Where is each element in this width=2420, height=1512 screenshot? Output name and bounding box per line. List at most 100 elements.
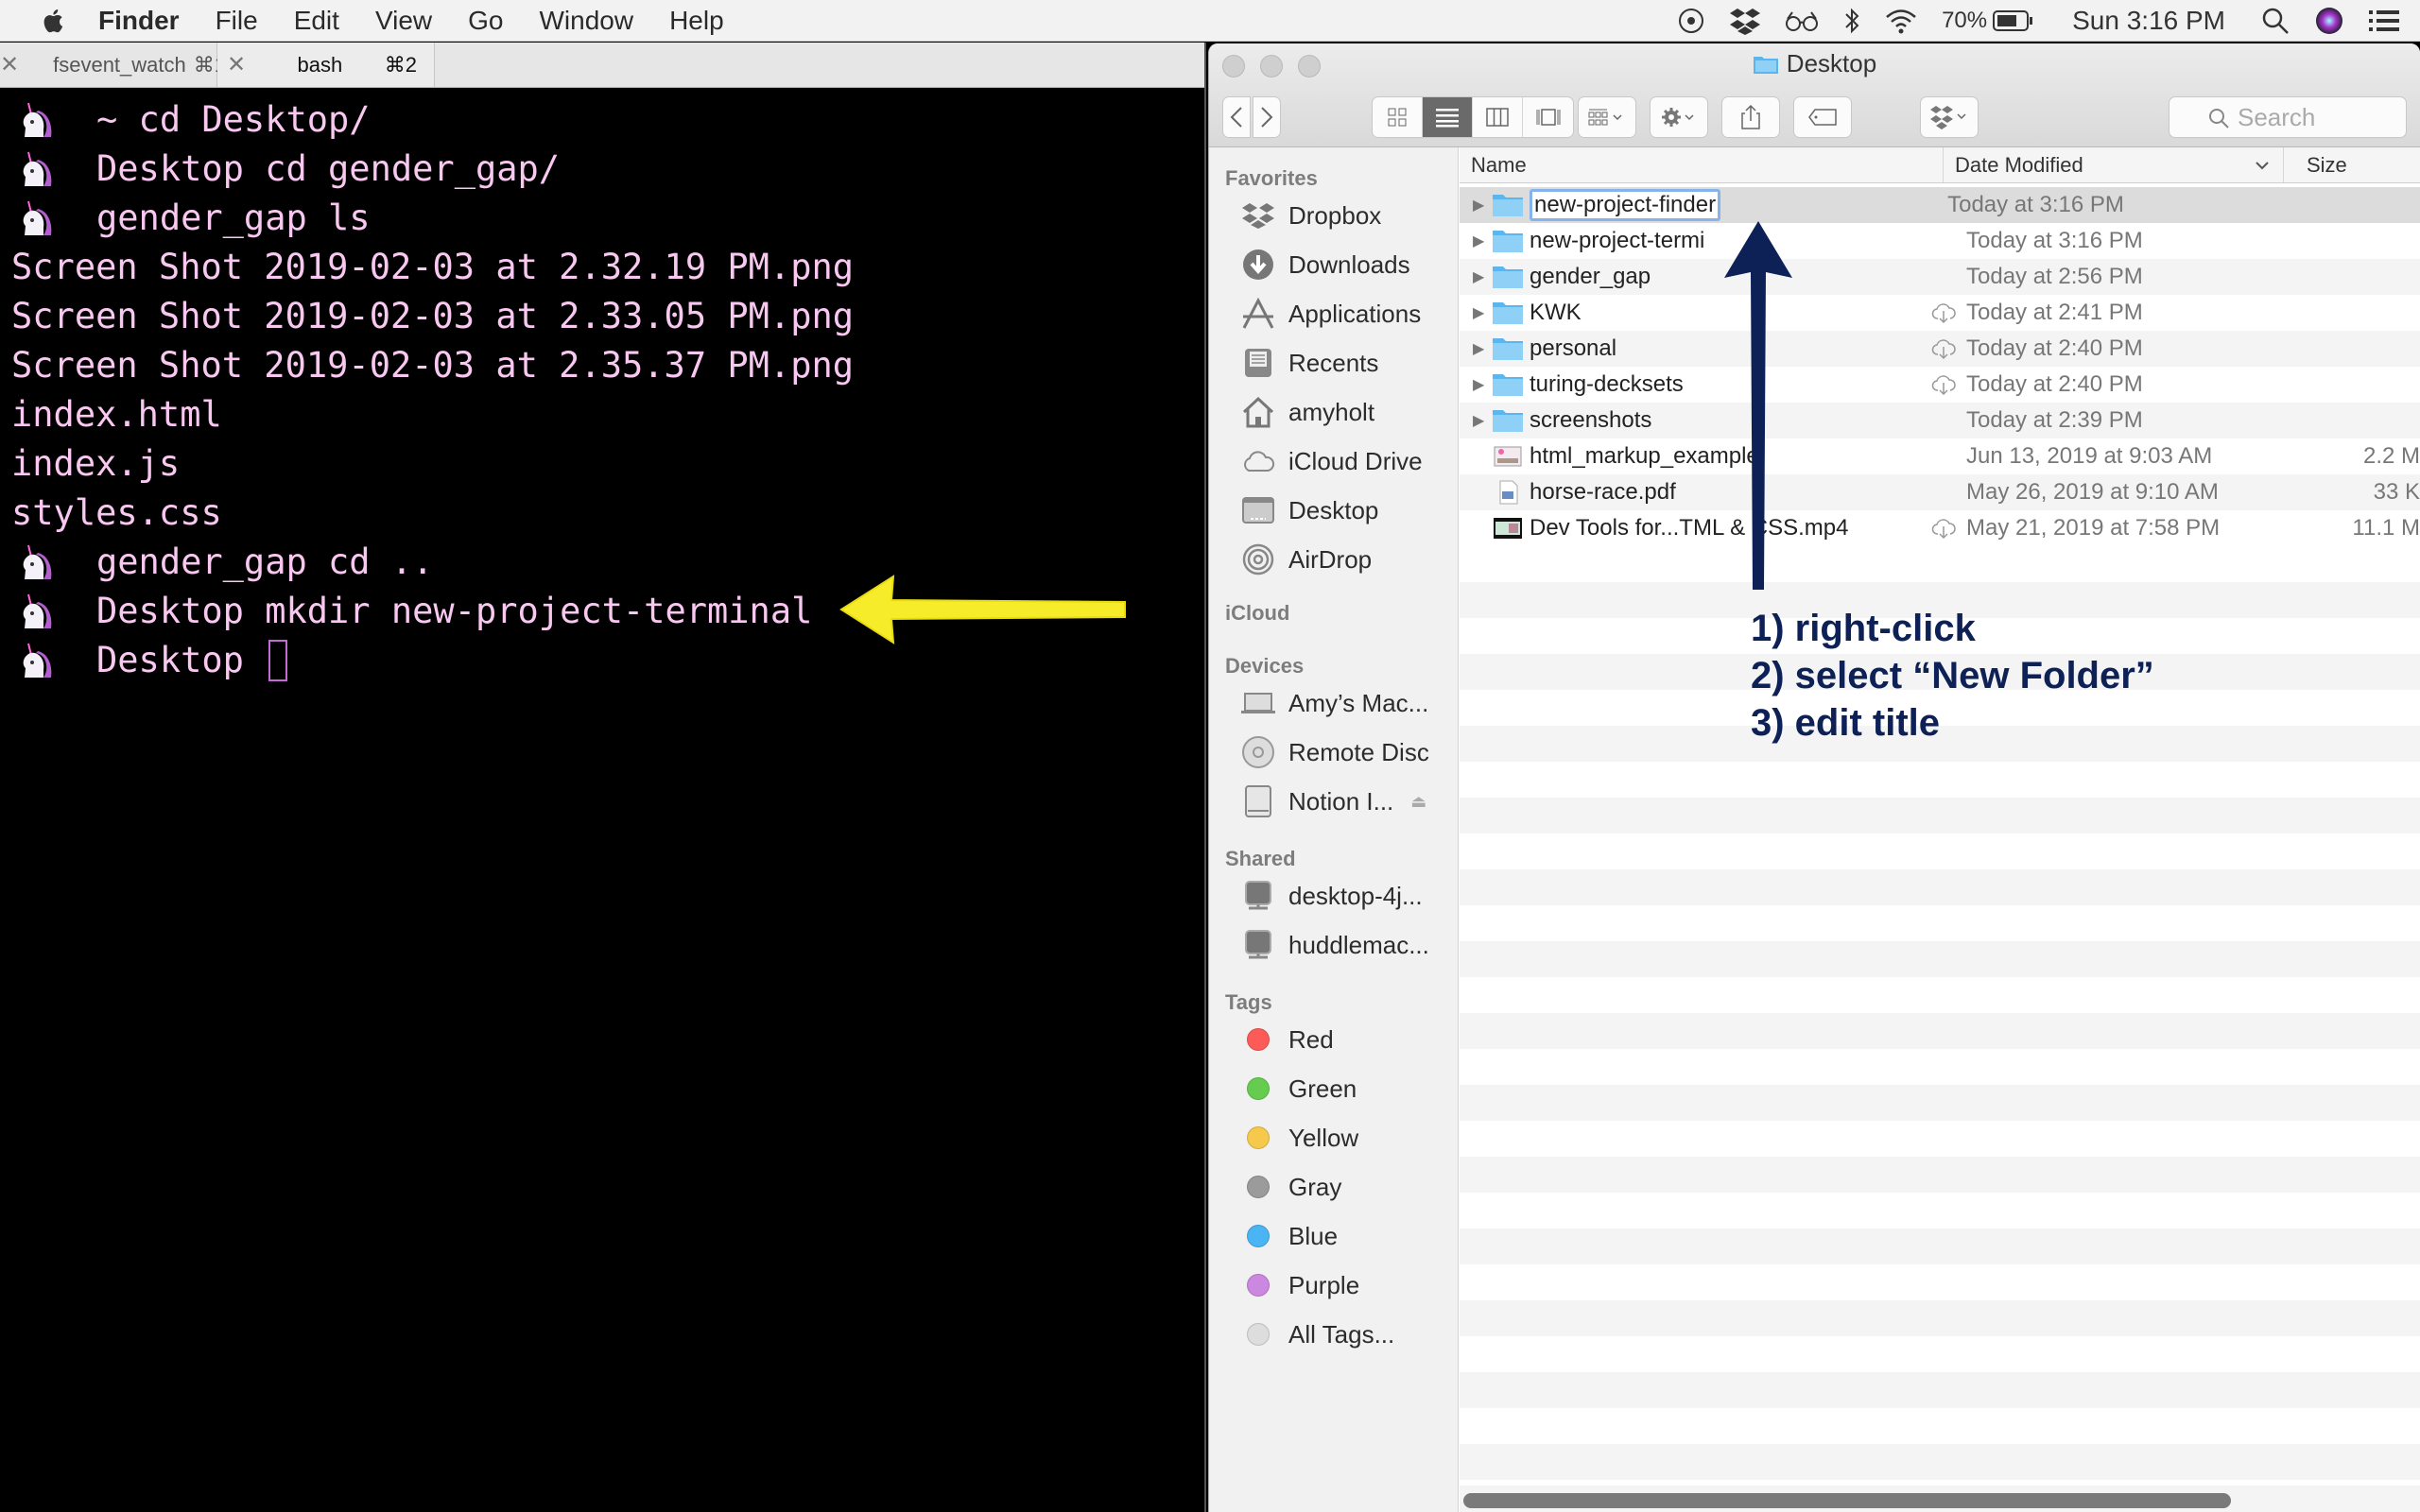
sidebar-item-notion-i[interactable]: Notion I... ⏏	[1209, 777, 1458, 826]
icloud-download-icon[interactable]	[1931, 301, 1956, 325]
column-size[interactable]: Size	[2284, 147, 2420, 182]
record-icon[interactable]	[1677, 7, 1705, 35]
instruction-step-1: 1) right-click	[1751, 608, 1976, 649]
search-input[interactable]: Search	[2169, 96, 2407, 138]
menu-go[interactable]: Go	[468, 6, 503, 36]
spotlight-icon[interactable]	[2261, 7, 2290, 35]
disclosure-triangle-icon[interactable]: ▶	[1460, 196, 1488, 215]
file-date-modified: Today at 2:41 PM	[1966, 300, 2143, 325]
terminal-prompt-line: ~ cd Desktop/	[11, 95, 1204, 145]
menu-file[interactable]: File	[216, 6, 258, 36]
sidebar-section-icloud[interactable]: iCloud	[1209, 593, 1458, 626]
list-view-button[interactable]	[1423, 97, 1473, 137]
sidebar-item-applications[interactable]: Applications	[1209, 289, 1458, 338]
unicorn-prompt-icon	[23, 544, 52, 579]
sidebar-item-desktop-4j[interactable]: desktop-4j...	[1209, 871, 1458, 920]
sidebar-item-remote-disc[interactable]: Remote Disc	[1209, 728, 1458, 777]
eject-icon[interactable]: ⏏	[1410, 792, 1426, 812]
column-name[interactable]: Name	[1460, 147, 1944, 182]
sidebar-tag-red[interactable]: Red	[1209, 1015, 1458, 1064]
icloud-download-icon[interactable]	[1931, 372, 1956, 397]
wifi-icon[interactable]	[1885, 8, 1917, 34]
sidebar-tag-purple[interactable]: Purple	[1209, 1261, 1458, 1310]
apple-menu-icon[interactable]	[38, 5, 66, 37]
file-name-edit-field[interactable]: new-project-finder	[1530, 189, 1721, 221]
close-tab-icon[interactable]: ✕	[217, 51, 255, 78]
dropbox-toolbar-button[interactable]	[1920, 96, 1979, 138]
forward-button[interactable]	[1253, 96, 1281, 138]
menu-view[interactable]: View	[375, 6, 432, 36]
icloud-download-icon[interactable]	[1931, 516, 1956, 541]
disclosure-triangle-icon[interactable]: ▶	[1460, 267, 1488, 286]
file-row[interactable]: ▶ new-project-finder Today at 3:16 PM	[1460, 187, 2420, 223]
tag-button[interactable]	[1793, 96, 1852, 138]
sidebar-item-recents[interactable]: Recents	[1209, 338, 1458, 387]
sidebar-tag-label: Blue	[1288, 1221, 1339, 1250]
clock[interactable]: Sun 3:16 PM	[2072, 6, 2225, 36]
group-by-button[interactable]	[1578, 96, 1636, 138]
terminal-line-text: styles.css	[11, 492, 222, 533]
share-button[interactable]	[1721, 96, 1780, 138]
icon-view-button[interactable]	[1373, 97, 1423, 137]
sidebar-tag-label: Purple	[1288, 1270, 1360, 1299]
sidebar-item-airdrop[interactable]: AirDrop	[1209, 535, 1458, 584]
sidebar-tag-all-tags[interactable]: All Tags...	[1209, 1310, 1458, 1359]
sidebar-tag-yellow[interactable]: Yellow	[1209, 1113, 1458, 1162]
horizontal-scrollbar-thumb[interactable]	[1463, 1493, 2231, 1508]
airdrop-icon	[1241, 542, 1275, 576]
sidebar-tag-gray[interactable]: Gray	[1209, 1162, 1458, 1211]
battery-icon[interactable]	[1993, 9, 2034, 32]
terminal-prompt-line: Desktop cd gender_gap/	[11, 145, 1204, 194]
sidebar-item-icloud-drive[interactable]: iCloud Drive	[1209, 437, 1458, 486]
notification-center-icon[interactable]	[2369, 9, 2399, 33]
sidebar-item-huddlemac[interactable]: huddlemac...	[1209, 920, 1458, 970]
file-row[interactable]: ▶ KWK Today at 2:41 PM	[1460, 295, 2420, 331]
sidebar-item-downloads[interactable]: Downloads	[1209, 240, 1458, 289]
glasses-icon[interactable]	[1785, 9, 1819, 32]
close-tab-icon[interactable]: ✕	[0, 51, 19, 78]
icloud-download-icon[interactable]	[1931, 336, 1956, 361]
sidebar-item-desktop[interactable]: Desktop	[1209, 486, 1458, 535]
column-view-button[interactable]	[1473, 97, 1523, 137]
dropbox-status-icon[interactable]	[1730, 7, 1761, 35]
sidebar-item-label: desktop-4j...	[1288, 881, 1423, 910]
file-row[interactable]: ▶ turing-decksets Today at 2:40 PM	[1460, 367, 2420, 403]
file-row[interactable]: ▶ personal Today at 2:40 PM	[1460, 331, 2420, 367]
unicorn-prompt-icon	[23, 102, 52, 137]
terminal-tab-bash[interactable]: ✕ bash ⌘2	[217, 43, 435, 87]
menu-finder[interactable]: Finder	[98, 6, 180, 36]
sidebar-item-amyholt[interactable]: amyholt	[1209, 387, 1458, 437]
terminal-output-line: index.html	[11, 390, 1204, 439]
sidebar-tag-green[interactable]: Green	[1209, 1064, 1458, 1113]
disclosure-triangle-icon[interactable]: ▶	[1460, 375, 1488, 394]
terminal-tab-fsevent-watch[interactable]: ✕ fsevent_watch ⌘1	[0, 43, 226, 87]
menu-help[interactable]: Help	[669, 6, 724, 36]
file-row[interactable]: Dev Tools for...TML & CSS.mp4 May 21, 201…	[1460, 510, 2420, 546]
bluetooth-icon[interactable]	[1843, 7, 1860, 35]
gallery-view-button[interactable]	[1523, 97, 1573, 137]
finder-titlebar: Desktop Search	[1209, 43, 2420, 147]
battery-percent[interactable]: 70%	[1942, 8, 1987, 34]
file-row[interactable]: ▶ screenshots Today at 2:39 PM	[1460, 403, 2420, 438]
sidebar-tag-blue[interactable]: Blue	[1209, 1211, 1458, 1261]
file-row[interactable]: html_markup_example Jun 13, 2019 at 9:03 …	[1460, 438, 2420, 474]
file-row[interactable]: horse-race.pdf May 26, 2019 at 9:10 AM 33 …	[1460, 474, 2420, 510]
file-row[interactable]: ▶ new-project-termi Today at 3:16 PM	[1460, 223, 2420, 259]
menu-edit[interactable]: Edit	[294, 6, 339, 36]
column-date-modified[interactable]: Date Modified	[1944, 147, 2284, 182]
sidebar-item-amy-s-mac[interactable]: Amy’s Mac...	[1209, 679, 1458, 728]
tab-bar-empty	[435, 43, 1204, 87]
action-gear-button[interactable]	[1650, 96, 1708, 138]
menu-window[interactable]: Window	[539, 6, 633, 36]
disclosure-triangle-icon[interactable]: ▶	[1460, 411, 1488, 430]
sidebar-item-dropbox[interactable]: Dropbox	[1209, 191, 1458, 240]
file-size: 11.1 M	[2352, 515, 2420, 541]
sidebar-section-shared: Shared	[1225, 847, 1296, 870]
disclosure-triangle-icon[interactable]: ▶	[1460, 303, 1488, 322]
column-date-label: Date Modified	[1955, 152, 2083, 177]
siri-icon[interactable]	[2314, 6, 2344, 36]
file-row[interactable]: ▶ gender_gap Today at 2:56 PM	[1460, 259, 2420, 295]
disclosure-triangle-icon[interactable]: ▶	[1460, 339, 1488, 358]
disclosure-triangle-icon[interactable]: ▶	[1460, 232, 1488, 250]
back-button[interactable]	[1222, 96, 1251, 138]
